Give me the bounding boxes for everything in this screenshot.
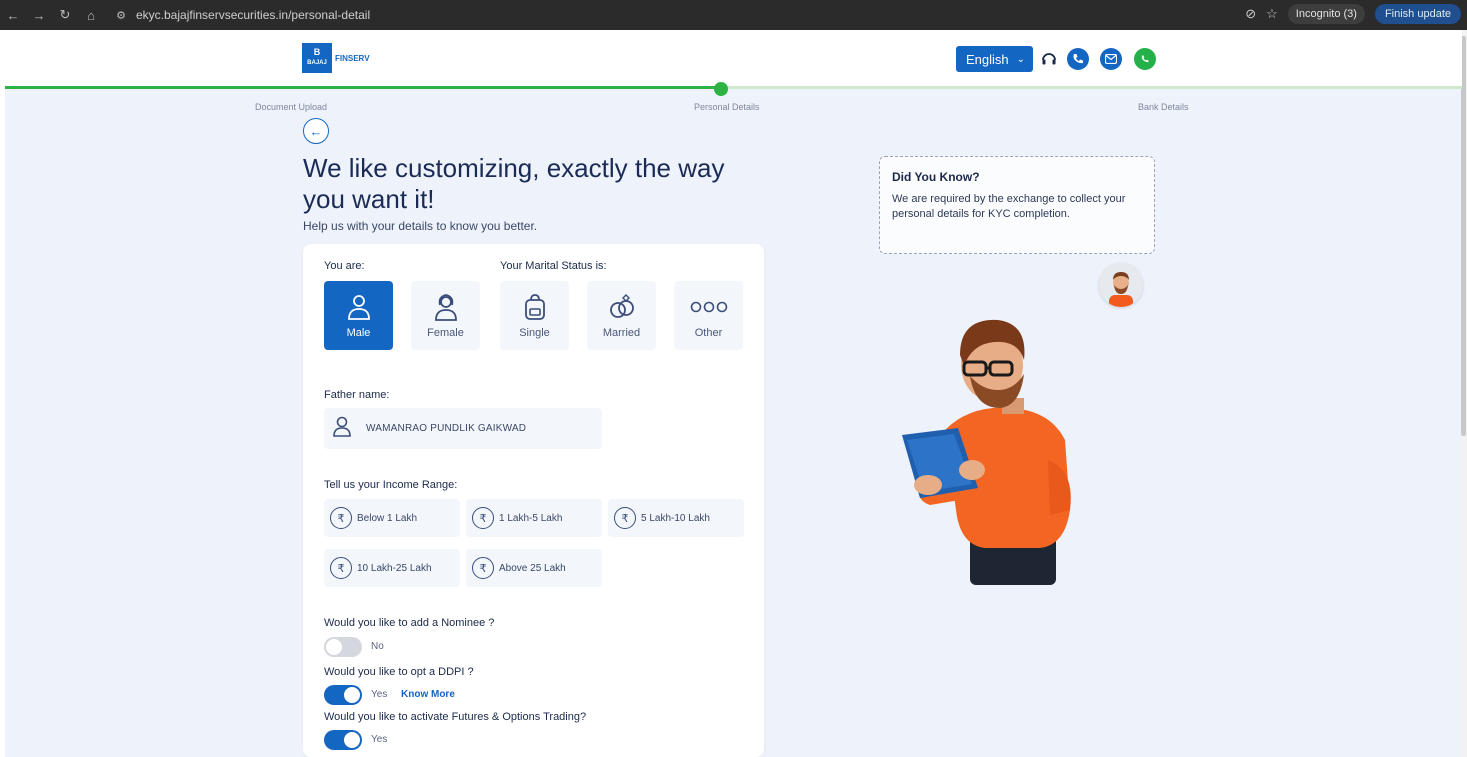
progress-fill — [5, 86, 719, 89]
income-option-label: 5 Lakh-10 Lakh — [641, 512, 710, 524]
income-option-5-10-lakh[interactable]: ₹ 5 Lakh-10 Lakh — [608, 499, 744, 537]
chevron-down-icon: ⌄ — [1016, 53, 1026, 65]
know-more-link[interactable]: Know More — [401, 689, 455, 700]
rupee-icon: ₹ — [330, 507, 352, 529]
logo-mark: B BAJAJ — [302, 43, 332, 73]
did-you-know-title: Did You Know? — [892, 170, 980, 184]
income-option-label: Below 1 Lakh — [357, 512, 418, 524]
male-user-icon — [346, 293, 372, 321]
progress-bar — [5, 86, 1462, 89]
more-dots-icon — [689, 293, 729, 321]
language-value: English — [966, 51, 1009, 67]
rupee-icon: ₹ — [614, 507, 636, 529]
income-option-label: 10 Lakh-25 Lakh — [357, 562, 432, 574]
backpack-icon — [523, 293, 547, 321]
income-option-label: 1 Lakh-5 Lakh — [499, 512, 563, 524]
ddpi-toggle[interactable] — [324, 685, 362, 705]
star-icon[interactable]: ☆ — [1266, 6, 1278, 22]
rings-icon — [608, 293, 636, 321]
app-header: B BAJAJ FINSERV English ⌄ — [5, 30, 1462, 86]
father-name-field[interactable]: WAMANRAO PUNDLIK GAIKWAD — [324, 408, 602, 449]
ddpi-question: Would you like to opt a DDPI ? — [324, 666, 474, 678]
incognito-badge[interactable]: Incognito (3) — [1287, 4, 1365, 24]
marital-option-label: Single — [519, 326, 550, 339]
nominee-question: Would you like to add a Nominee ? — [324, 617, 495, 629]
ddpi-toggle-value: Yes — [371, 689, 388, 700]
marital-option-married[interactable]: Married — [587, 281, 656, 350]
gender-option-label: Male — [346, 326, 371, 339]
rupee-icon: ₹ — [472, 507, 494, 529]
nominee-toggle-value: No — [371, 641, 384, 652]
scrollbar-thumb[interactable] — [1461, 36, 1466, 436]
page-subtitle: Help us with your details to know you be… — [303, 219, 538, 233]
arrow-left-icon: ← — [309, 123, 323, 139]
step-document-upload: Document Upload — [255, 102, 328, 112]
back-button[interactable]: ← — [303, 118, 329, 144]
rupee-icon: ₹ — [472, 557, 494, 579]
income-option-label: Above 25 Lakh — [499, 562, 566, 574]
progress-current-marker — [714, 82, 728, 96]
mail-icon[interactable] — [1100, 48, 1122, 70]
step-personal-details: Personal Details — [694, 102, 760, 112]
did-you-know-callout: Did You Know? We are required by the exc… — [879, 156, 1155, 254]
bajaj-logo[interactable]: B BAJAJ FINSERV — [302, 43, 370, 73]
eye-off-icon[interactable]: ⊘ — [1245, 6, 1256, 22]
personal-details-card: You are: Your Marital Status is: Male Fe… — [303, 244, 764, 757]
father-name-label: Father name: — [324, 389, 390, 401]
toggle-knob — [344, 687, 360, 703]
address-bar[interactable]: ⚙ ekyc.bajajfinservsecurities.in/persona… — [112, 4, 1192, 26]
marital-option-single[interactable]: Single — [500, 281, 569, 350]
step-bank-details: Bank Details — [1138, 102, 1189, 112]
phone-icon[interactable] — [1067, 48, 1089, 70]
gender-option-male[interactable]: Male — [324, 281, 393, 350]
income-option-1-5-lakh[interactable]: ₹ 1 Lakh-5 Lakh — [466, 499, 602, 537]
user-icon — [332, 415, 356, 442]
gender-option-female[interactable]: Female — [411, 281, 480, 350]
logo-text: FINSERV — [335, 53, 370, 63]
did-you-know-body: We are required by the exchange to colle… — [892, 193, 1126, 220]
home-icon[interactable]: ⌂ — [78, 8, 104, 23]
income-option-10-25-lakh[interactable]: ₹ 10 Lakh-25 Lakh — [324, 549, 460, 587]
gender-option-label: Female — [427, 326, 464, 339]
forward-arrow-icon[interactable]: → — [26, 8, 52, 23]
character-with-tablet-illustration — [890, 310, 1090, 590]
finish-update-button[interactable]: Finish update — [1374, 4, 1461, 24]
fo-trading-toggle[interactable] — [324, 730, 362, 750]
headset-icon[interactable] — [1038, 48, 1060, 70]
whatsapp-icon[interactable] — [1134, 48, 1156, 70]
marital-option-label: Other — [694, 326, 723, 339]
assistant-avatar — [1099, 263, 1143, 307]
marital-option-label: Married — [602, 326, 641, 339]
browser-toolbar: ← → ↻ ⌂ ⚙ ekyc.bajajfinservsecurities.in… — [0, 0, 1467, 30]
female-user-icon — [433, 293, 459, 321]
marital-option-other[interactable]: Other — [674, 281, 743, 350]
gender-label: You are: — [324, 260, 365, 272]
back-arrow-icon[interactable]: ← — [0, 8, 26, 23]
language-select[interactable]: English ⌄ — [956, 46, 1033, 72]
income-option-below-1-lakh[interactable]: ₹ Below 1 Lakh — [324, 499, 460, 537]
toggle-knob — [326, 639, 342, 655]
income-range-label: Tell us your Income Range: — [324, 479, 458, 491]
fo-trading-toggle-value: Yes — [371, 734, 388, 745]
site-info-icon[interactable]: ⚙ — [112, 9, 130, 22]
url-text: ekyc.bajajfinservsecurities.in/personal-… — [136, 8, 371, 22]
fo-trading-question: Would you like to activate Futures & Opt… — [324, 711, 587, 723]
father-name-value: WAMANRAO PUNDLIK GAIKWAD — [366, 423, 527, 434]
left-edge — [0, 30, 5, 757]
marital-status-label: Your Marital Status is: — [500, 260, 607, 272]
income-option-above-25-lakh[interactable]: ₹ Above 25 Lakh — [466, 549, 602, 587]
nominee-toggle[interactable] — [324, 637, 362, 657]
rupee-icon: ₹ — [330, 557, 352, 579]
reload-icon[interactable]: ↻ — [52, 7, 78, 23]
page-title: We like customizing, exactly the way you… — [303, 153, 725, 214]
toggle-knob — [344, 732, 360, 748]
